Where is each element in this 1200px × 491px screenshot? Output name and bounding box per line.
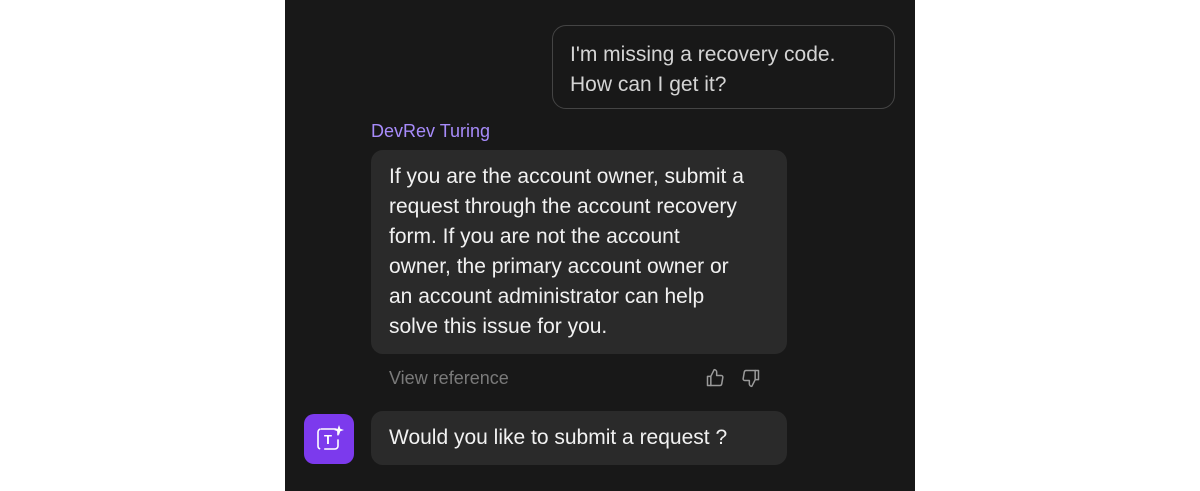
feedback-buttons bbox=[703, 366, 763, 390]
user-message-line: I'm missing a recovery code. bbox=[570, 43, 836, 66]
chat-panel: I'm missing a recovery code. How can I g… bbox=[285, 0, 915, 491]
bot-reply-line: request through the account recovery bbox=[389, 195, 737, 218]
bot-name-label: DevRev Turing bbox=[371, 121, 491, 141]
bot-reply-line: If you are the account owner, submit a bbox=[389, 165, 744, 188]
thumbs-down-icon bbox=[742, 369, 760, 388]
thumbs-up-button[interactable] bbox=[703, 366, 727, 390]
bot-logo-icon: T bbox=[317, 425, 344, 450]
bot-reply-bubble: If you are the account owner, submit a r… bbox=[371, 150, 787, 354]
bot-avatar: T bbox=[304, 414, 354, 464]
view-reference-link[interactable]: View reference bbox=[389, 366, 509, 390]
bot-reply-line: form. If you are not the account bbox=[389, 225, 680, 248]
user-message-line: How can I get it? bbox=[570, 73, 727, 96]
bot-followup-bubble: Would you like to submit a request ? bbox=[371, 411, 787, 465]
bot-reply-line: owner, the primary account owner or bbox=[389, 255, 729, 278]
bot-reply-line: an account administrator can help bbox=[389, 285, 705, 308]
thumbs-down-button[interactable] bbox=[739, 366, 763, 390]
bot-reply-line: solve this issue for you. bbox=[389, 315, 608, 338]
thumbs-up-icon bbox=[706, 368, 724, 387]
sparkle-icon bbox=[334, 425, 344, 435]
user-message-bubble: I'm missing a recovery code. How can I g… bbox=[552, 25, 895, 109]
avatar-letter: T bbox=[324, 432, 332, 447]
